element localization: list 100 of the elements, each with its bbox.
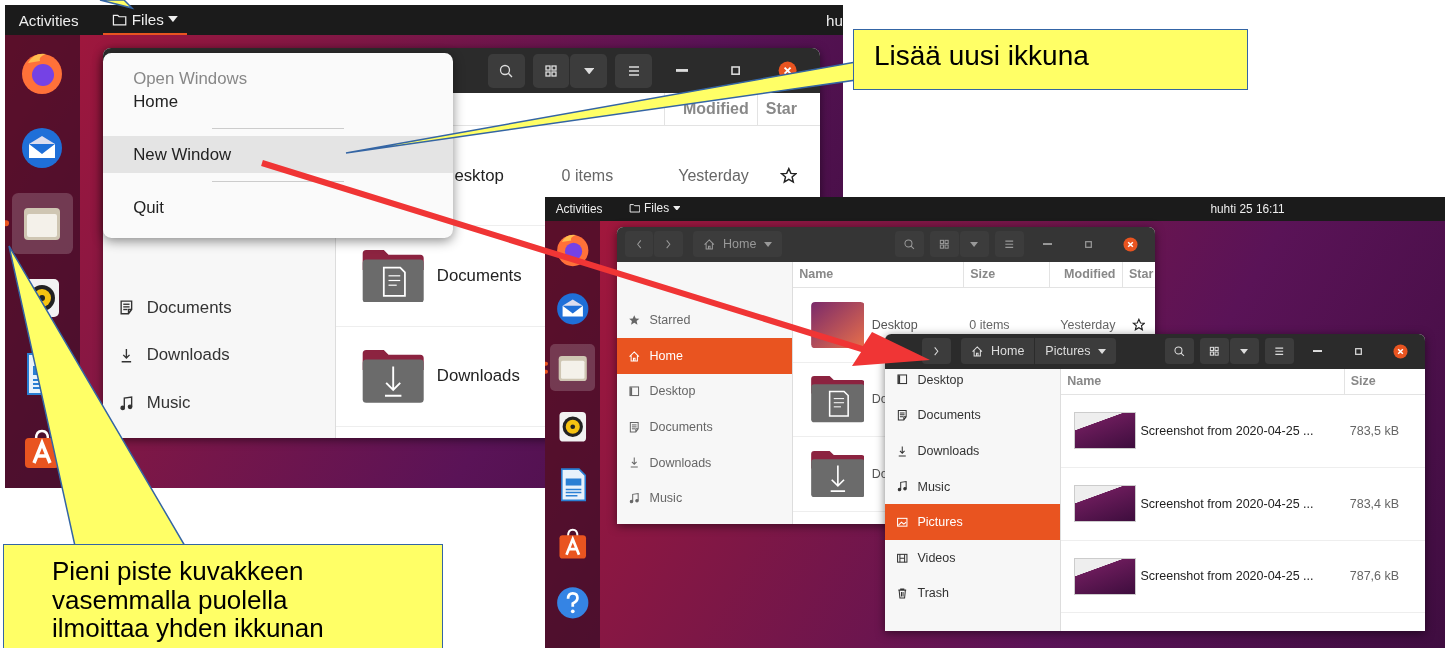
desktop-icon [628,385,641,398]
menu-heading: Open Windows [132,67,249,89]
caret-icon [763,241,772,247]
view-button[interactable] [1200,338,1229,365]
search-icon [1173,345,1186,358]
grid-icon [938,238,951,251]
view-button[interactable] [532,54,570,88]
minimize-icon [676,69,689,73]
close-icon [1122,236,1138,252]
caret-icon [583,67,594,74]
search-button[interactable] [1165,338,1194,365]
clock: huhti 25 16:11 [1210,201,1285,216]
file-size: 0 items [968,317,1011,332]
sidebar-item[interactable]: Documents [617,409,792,445]
sidebar-item[interactable]: Downloads [103,331,335,380]
menu-button[interactable] [615,54,652,88]
view-menu-button[interactable] [570,54,608,88]
menu-item[interactable]: New Window [103,136,453,174]
menu-item[interactable]: Home [103,88,453,121]
folder-icon [628,201,641,214]
file-name: Desktop [871,317,918,332]
view-button[interactable] [930,231,959,258]
folder-icon [361,349,424,403]
trash-icon [896,587,909,600]
sidebar-item[interactable]: Documents [885,397,1060,434]
menu-icon [1273,345,1286,358]
file-name: Screenshot from 2020-04-25 ... [1140,569,1314,584]
download-icon [628,456,641,469]
sidebar-item[interactable]: Music [617,480,792,517]
file-size: 783,5 kB [1348,423,1401,438]
callout-text: Lisää uusi ikkuna [874,40,1089,71]
music-note-icon [628,492,641,505]
sidebar-item[interactable]: Pictures [885,504,1060,540]
caret-icon [1098,348,1107,354]
path-button[interactable]: Home [961,338,1035,365]
activities-button[interactable]: Activities [18,11,79,29]
caret-icon [1240,348,1249,354]
sidebar-item[interactable]: Downloads [617,444,792,481]
download-icon [896,444,909,458]
sidebar-item[interactable]: Desktop [885,368,1060,398]
document-icon [118,299,135,316]
home-icon [971,345,984,358]
grid-icon [543,62,559,79]
app-menu-button[interactable]: Files [621,197,688,221]
file-modified: Yesterday [1059,317,1117,332]
path-button[interactable]: Pictures [1035,338,1117,365]
star-icon[interactable] [779,167,798,185]
file-name: Screenshot from 2020-04-25 ... [1140,496,1314,511]
column-header[interactable]: Size [963,261,1050,287]
search-icon [903,238,916,251]
caret-icon [672,205,681,211]
file-name: esktop [454,165,504,186]
document-icon [896,409,909,422]
close-icon [1392,343,1408,359]
column-header[interactable]: Modified [1049,261,1122,287]
sidebar-item[interactable]: Videos [885,540,1060,576]
menu-button[interactable] [995,231,1024,258]
activities-button[interactable]: Activities [555,201,603,216]
menu-button[interactable] [1265,338,1294,365]
column-header[interactable]: Size [1343,368,1425,394]
callout-pointer [99,0,135,10]
search-icon [498,62,515,79]
music-note-icon [896,480,909,493]
file-size: 0 items [560,166,615,185]
sidebar-item[interactable]: Downloads [885,433,1060,469]
image-icon [896,515,909,529]
folder-icon [810,451,865,498]
sidebar-item[interactable]: Starred [617,302,792,338]
menu-icon [1003,238,1016,251]
sidebar-item[interactable]: Desktop [617,373,792,410]
file-size: 787,6 kB [1348,569,1401,584]
column-header[interactable]: Star [1121,261,1155,287]
document-icon [628,420,641,434]
caret-icon [970,241,979,247]
desktop-icon [896,373,909,386]
sidebar-item[interactable]: Music [885,468,1060,505]
search-button[interactable] [487,54,525,88]
sidebar-item[interactable]: Documents [103,283,335,332]
screenshot-thumbnail [1073,557,1136,595]
file-name: Documents [436,265,522,286]
view-menu-button[interactable] [1230,338,1259,365]
sidebar-item[interactable]: Music [103,379,335,428]
home-icon [703,238,716,251]
file-name: Downloads [436,366,520,387]
column-header[interactable]: Name [1061,368,1344,394]
menu-item[interactable]: Quit [103,189,453,226]
forward-button[interactable] [922,338,951,365]
sidebar-item[interactable]: Home [617,338,792,374]
caret-icon [168,16,179,23]
sidebar-item[interactable]: Trash [885,575,1060,612]
music-note-icon [118,394,135,412]
film-icon [896,551,909,565]
star-icon[interactable] [1131,317,1146,332]
file-modified: Yesterday [677,166,750,185]
folder-icon [810,376,865,423]
minimize-icon [1312,350,1323,353]
grid-icon [1208,345,1221,358]
file-size: 783,4 kB [1348,496,1401,511]
column-header[interactable]: Name [793,261,963,287]
path-button[interactable]: Home [693,231,782,258]
